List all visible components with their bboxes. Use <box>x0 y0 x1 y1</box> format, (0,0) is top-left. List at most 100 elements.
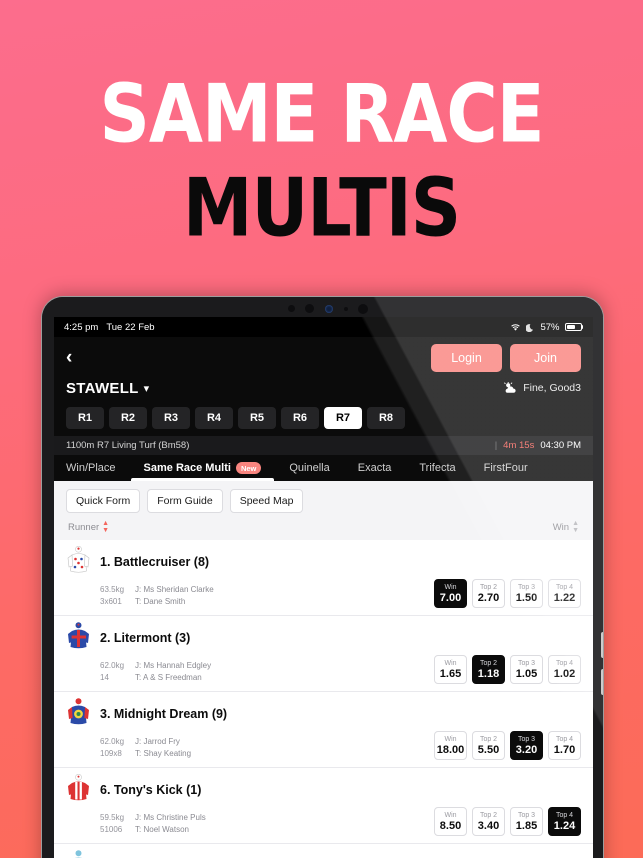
speed-map-button[interactable]: Speed Map <box>229 489 304 513</box>
join-button[interactable]: Join <box>510 344 581 372</box>
runner-name: 2. Litermont (3) <box>100 630 191 645</box>
back-chevron-left-icon[interactable]: ‹ <box>66 347 72 369</box>
odds-label: Top 4 <box>555 659 574 667</box>
odds-button-top2[interactable]: Top 2 3.40 <box>472 807 505 836</box>
runner-jockey: J: Ms Hannah Edgley <box>135 661 212 670</box>
runner-trainer: T: Noel Watson <box>135 825 189 834</box>
odds-button-top2[interactable]: Top 2 2.70 <box>472 579 505 608</box>
odds-button-top2[interactable]: Top 2 1.18 <box>472 655 505 684</box>
tab-win-place[interactable]: Win/Place <box>66 462 116 481</box>
device-screen: 4:25 pm Tue 22 Feb 57% ‹ Login Join STAW… <box>54 317 593 858</box>
tablet-device-mockup: 4:25 pm Tue 22 Feb 57% ‹ Login Join STAW… <box>41 296 604 858</box>
odds-button-win[interactable]: Win 7.00 <box>434 579 467 608</box>
sort-runner-arrows-icon[interactable]: ▲ ▼ <box>102 520 109 534</box>
device-volume-button[interactable] <box>601 669 603 695</box>
odds-value: 3.20 <box>515 743 538 756</box>
odds-group: Win 8.50 Top 2 3.40 Top 3 1.85 Top 4 1.2… <box>434 807 581 836</box>
odds-label: Top 3 <box>517 659 536 667</box>
race-info-strip: 1100m R7 Living Turf (Bm58) | 4m 15s 04:… <box>54 436 593 455</box>
race-tab-r1[interactable]: R1 <box>66 407 104 429</box>
chevron-down-icon[interactable]: ▾ <box>144 382 150 395</box>
silk-blue-yellow-disc-red-sleeves-icon <box>68 698 89 725</box>
table-row[interactable]: 6. Tony's Kick (1) 59.5kg 51006 J: Ms Ch… <box>54 768 593 844</box>
table-row[interactable]: 2. Litermont (3) 62.0kg 14 J: Ms Hannah … <box>54 616 593 692</box>
race-tab-r2[interactable]: R2 <box>109 407 147 429</box>
battery-percent-label: 57% <box>540 321 560 333</box>
odds-value: 1.65 <box>439 667 462 680</box>
odds-value: 1.05 <box>515 667 538 680</box>
tab-exacta[interactable]: Exacta <box>358 462 392 481</box>
race-tab-r4[interactable]: R4 <box>195 407 233 429</box>
odds-value: 1.50 <box>515 591 538 604</box>
runner-trainer: T: Shay Keating <box>135 749 192 758</box>
odds-label: Win <box>444 811 457 819</box>
tab-same-race-multi[interactable]: Same Race Multi New <box>130 462 275 481</box>
battery-icon <box>564 322 583 332</box>
sort-win-arrows-icon[interactable]: ▲ ▼ <box>572 520 579 534</box>
runner-weight: 62.0kg <box>100 737 125 746</box>
sun-behind-cloud-icon <box>504 382 516 393</box>
odds-label: Win <box>444 735 457 743</box>
login-button[interactable]: Login <box>431 344 502 372</box>
odds-label: Top 4 <box>555 811 574 819</box>
microphone-icon <box>344 307 348 311</box>
odds-button-top4[interactable]: Top 4 1.24 <box>548 807 581 836</box>
odds-button-top3[interactable]: Top 3 3.20 <box>510 731 543 760</box>
odds-value: 5.50 <box>477 743 500 756</box>
odds-value: 1.85 <box>515 819 538 832</box>
camera-lens-icon <box>325 305 333 313</box>
odds-button-top3[interactable]: Top 3 1.05 <box>510 655 543 684</box>
race-tab-r5[interactable]: R5 <box>238 407 276 429</box>
odds-group: Win 7.00 Top 2 2.70 Top 3 1.50 Top 4 1.2… <box>434 579 581 608</box>
race-tab-r7[interactable]: R7 <box>324 407 362 429</box>
race-tab-r3[interactable]: R3 <box>152 407 190 429</box>
tab-quinella[interactable]: Quinella <box>289 462 329 481</box>
race-countdown: 4m 15s <box>503 440 535 451</box>
silk-white-red-blue-spots-icon <box>67 546 90 573</box>
odds-group: Win 18.00 Top 2 5.50 Top 3 3.20 Top 4 1.… <box>434 731 581 760</box>
tab-label: Win/Place <box>66 462 116 474</box>
odds-label: Top 3 <box>517 735 536 743</box>
sort-runner-label[interactable]: Runner <box>68 522 99 533</box>
odds-label: Win <box>444 583 457 591</box>
runner-weight: 59.5kg <box>100 813 125 822</box>
sort-win-label[interactable]: Win <box>553 522 569 533</box>
form-tools-row: Quick Form Form Guide Speed Map <box>54 481 593 520</box>
odds-button-top2[interactable]: Top 2 5.50 <box>472 731 505 760</box>
status-bar-time: 4:25 pm <box>64 321 99 333</box>
camera-sensor-icon <box>288 305 295 312</box>
table-row[interactable]: 3. Midnight Dream (9) 62.0kg 109x8 J: Ja… <box>54 692 593 768</box>
quick-form-button[interactable]: Quick Form <box>66 489 141 513</box>
odds-button-top3[interactable]: Top 3 1.50 <box>510 579 543 608</box>
camera-lens-icon <box>305 304 314 313</box>
race-tab-r8[interactable]: R8 <box>367 407 405 429</box>
odds-button-top4[interactable]: Top 4 1.22 <box>548 579 581 608</box>
venue-name[interactable]: STAWELL <box>66 380 139 397</box>
odds-button-win[interactable]: Win 8.50 <box>434 807 467 836</box>
table-row[interactable]: 1. Battlecruiser (8) 63.5kg 3x601 J: Ms … <box>54 540 593 616</box>
odds-button-top3[interactable]: Top 3 1.85 <box>510 807 543 836</box>
runner-trainer: T: Dane Smith <box>135 597 186 606</box>
runner-name: 6. Tony's Kick (1) <box>100 782 202 797</box>
tab-firstfour[interactable]: FirstFour <box>484 462 528 481</box>
odds-button-top4[interactable]: Top 4 1.02 <box>548 655 581 684</box>
odds-button-win[interactable]: Win 1.65 <box>434 655 467 684</box>
odds-value: 8.50 <box>439 819 462 832</box>
table-row[interactable]: 7. Lucy Mac (4) 56.5kg 8x9075 J: Ms Tahl… <box>54 844 593 858</box>
odds-value: 1.02 <box>553 667 576 680</box>
race-description: 1100m R7 Living Turf (Bm58) <box>66 440 190 451</box>
wifi-icon <box>511 323 521 331</box>
device-volume-button[interactable] <box>601 632 603 658</box>
odds-button-top4[interactable]: Top 4 1.70 <box>548 731 581 760</box>
form-guide-button[interactable]: Form Guide <box>147 489 223 513</box>
odds-value: 1.70 <box>553 743 576 756</box>
odds-label: Top 2 <box>479 659 498 667</box>
odds-label: Top 4 <box>555 583 574 591</box>
odds-button-win[interactable]: Win 18.00 <box>434 731 467 760</box>
silk-red-white-stripes-icon <box>68 774 89 801</box>
hero-banner: SAME RACE MULTIS <box>0 0 643 300</box>
race-tab-r6[interactable]: R6 <box>281 407 319 429</box>
tab-trifecta[interactable]: Trifecta <box>419 462 455 481</box>
runner-name: 1. Battlecruiser (8) <box>100 554 210 569</box>
tab-label: FirstFour <box>483 462 528 474</box>
